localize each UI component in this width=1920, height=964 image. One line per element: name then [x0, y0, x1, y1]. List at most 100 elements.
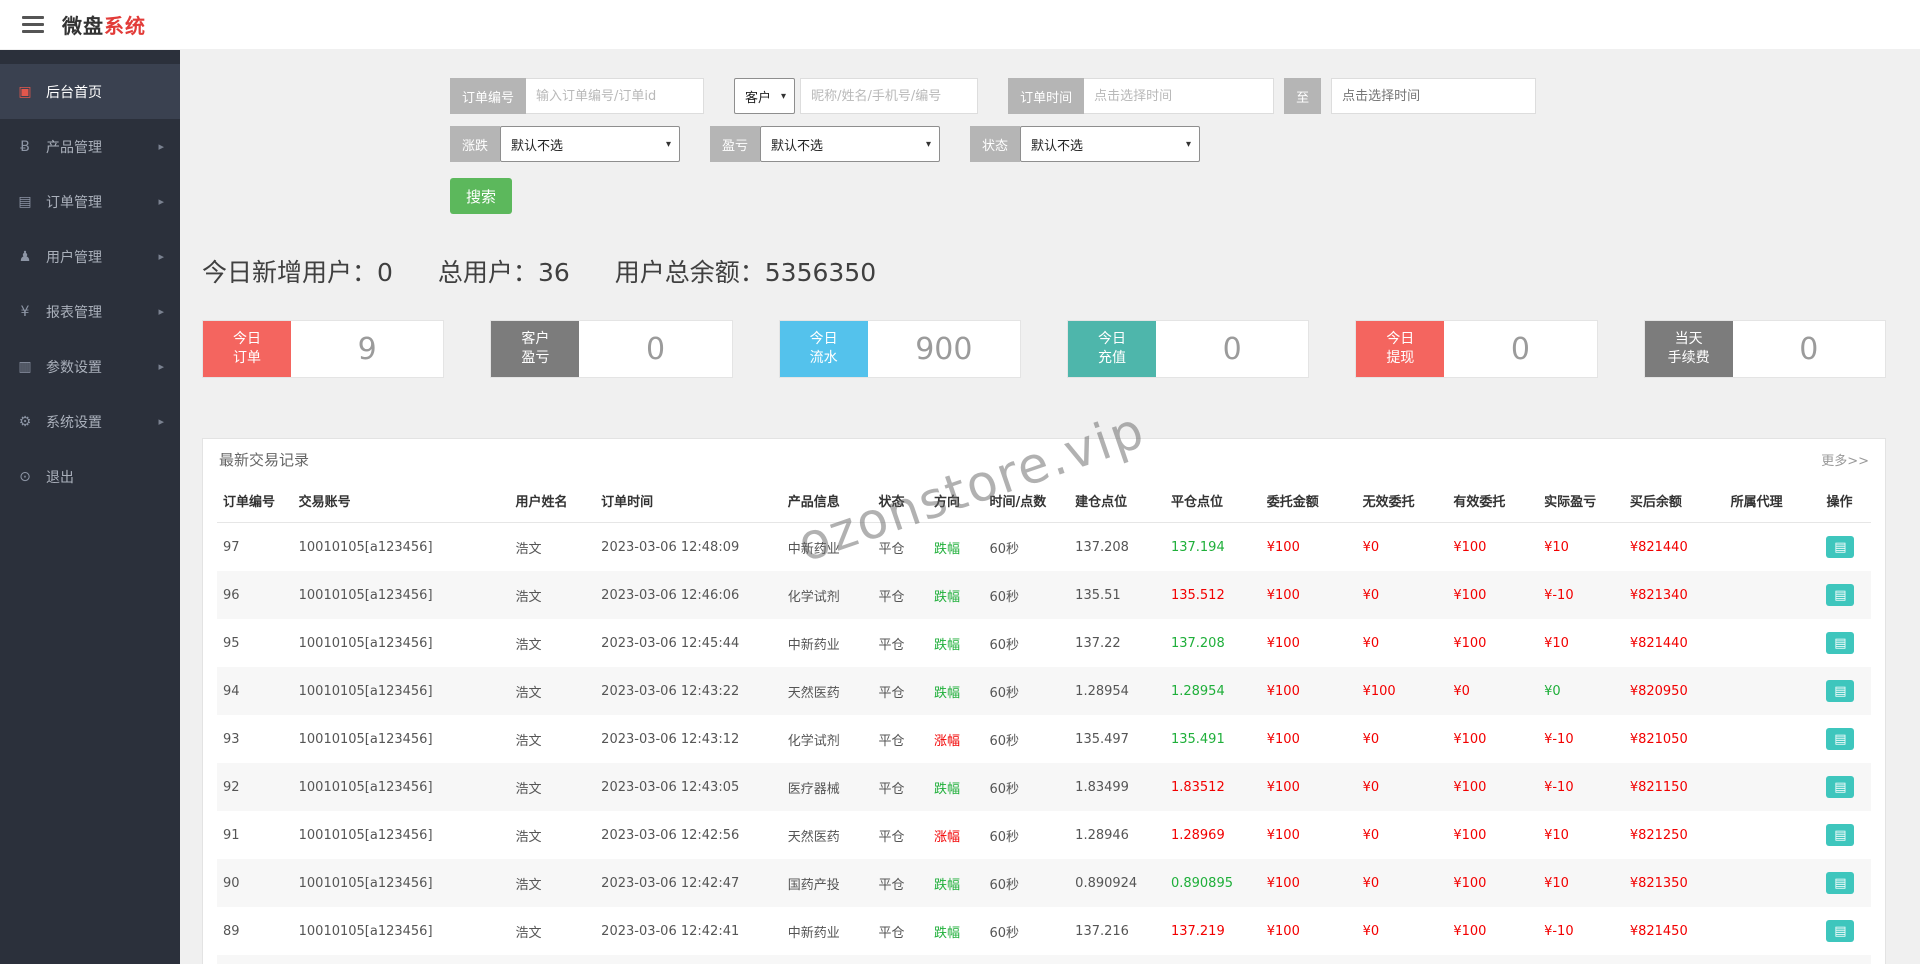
sidebar-item-products[interactable]: Ƀ 产品管理 ▸ — [0, 119, 180, 174]
detail-button[interactable]: ▤ — [1826, 584, 1855, 606]
order-no-input[interactable] — [526, 78, 705, 114]
search-button[interactable]: 搜索 — [450, 178, 513, 214]
open-point: 137.22 — [1075, 635, 1121, 651]
direction: 跌幅 — [933, 541, 960, 557]
actual-pl: ¥-10 — [1544, 731, 1574, 747]
report-icon: ¥ — [20, 303, 30, 320]
invalid-entrust: ¥0 — [1362, 923, 1380, 939]
table-row: 89 10010105[a123456] 浩文 2023-03-06 12:42:41… — [217, 907, 1871, 955]
product: 中新药业 — [787, 637, 840, 653]
status: 平仓 — [878, 829, 905, 845]
product-icon: Ƀ — [20, 138, 30, 155]
more-link[interactable]: 更多>> — [1821, 450, 1869, 469]
status: 平仓 — [878, 925, 905, 941]
col-agent: 所属代理 — [1724, 479, 1821, 523]
duration: 60秒 — [989, 589, 1019, 605]
detail-button[interactable]: ▤ — [1826, 872, 1855, 894]
order-time: 2023-03-06 12:45:44 — [601, 635, 740, 651]
detail-button[interactable]: ▤ — [1826, 728, 1855, 750]
valid-entrust: ¥100 — [1453, 539, 1487, 555]
actions-cell: ▤ — [1820, 667, 1871, 715]
col-order-time: 订单时间 — [595, 479, 782, 523]
table-row: 97 10010105[a123456] 浩文 2023-03-06 12:48:09… — [217, 523, 1871, 572]
detail-button[interactable]: ▤ — [1826, 536, 1855, 558]
order-no-filter: 订单编号 — [450, 78, 705, 114]
updown-select[interactable]: 默认不选 ▾ — [500, 126, 681, 162]
order-time: 2023-03-06 12:48:09 — [601, 539, 740, 555]
user-name: 浩文 — [515, 925, 542, 941]
stat-card-value: 0 — [1510, 331, 1531, 367]
menu-toggle-icon[interactable] — [22, 16, 44, 33]
sidebar-item-users[interactable]: ♟ 用户管理 ▸ — [0, 229, 180, 284]
actual-pl: ¥10 — [1544, 635, 1569, 651]
open-point: 1.28954 — [1075, 683, 1129, 699]
summary-item: 总用户： 36 — [437, 258, 570, 287]
sidebar-item-label: 退出 — [46, 469, 74, 486]
sidebar-item-params[interactable]: ▥ 参数设置 ▸ — [0, 339, 180, 394]
agent — [1725, 859, 1821, 907]
customer-type-select[interactable]: 客户 ▾ — [734, 78, 796, 114]
actions-cell: ▤ — [1820, 955, 1871, 964]
dashboard-icon: ▣ — [18, 83, 32, 100]
col-duration: 时间/点数 — [983, 479, 1070, 523]
detail-button[interactable]: ▤ — [1826, 776, 1855, 798]
chevron-down-icon: ▾ — [665, 138, 672, 150]
customer-search-input[interactable] — [800, 78, 979, 114]
product: 化学试剂 — [787, 589, 840, 605]
close-point: 135.512 — [1170, 587, 1225, 603]
detail-button[interactable]: ▤ — [1826, 632, 1855, 654]
status: 平仓 — [878, 733, 905, 749]
detail-button[interactable]: ▤ — [1826, 920, 1855, 942]
col-actual-pl: 实际盈亏 — [1538, 479, 1624, 523]
duration: 60秒 — [989, 877, 1019, 893]
detail-button[interactable]: ▤ — [1826, 824, 1855, 846]
actions-cell: ▤ — [1820, 907, 1871, 955]
entrust-amount: ¥100 — [1266, 539, 1300, 555]
col-actions: 操作 — [1820, 479, 1871, 523]
detail-button[interactable]: ▤ — [1826, 680, 1855, 702]
order-time: 2023-03-05 21:45:27 — [595, 955, 782, 964]
panel-title: 最新交易记录 — [219, 450, 310, 469]
duration: 60秒 — [983, 955, 1069, 964]
valid-entrust: ¥100 — [1453, 779, 1487, 795]
customer-type-value: 客户 — [745, 90, 772, 106]
brand-accent: 系统 — [104, 14, 146, 38]
user-name: 李军 — [509, 955, 595, 964]
duration: 60秒 — [989, 829, 1019, 845]
order-time: 2023-03-06 12:43:22 — [601, 683, 740, 699]
col-entrust-amount: 委托金额 — [1260, 479, 1357, 523]
close-point: 137.208 — [1170, 635, 1225, 651]
entrust-amount: ¥100 — [1266, 683, 1300, 699]
time-end-input[interactable] — [1331, 78, 1537, 114]
sidebar-item-label: 报表管理 — [46, 304, 102, 321]
sidebar-item-orders[interactable]: ▤ 订单管理 ▸ — [0, 174, 180, 229]
account: 10010105[a123456] — [298, 779, 433, 795]
sidebar-item-reports[interactable]: ¥ 报表管理 ▸ — [0, 284, 180, 339]
product: 中新药业 — [787, 925, 840, 941]
trades-panel: 最新交易记录 更多>> 订单编号 交易账号 用户姓名 订单时间 产品信息 状态 方向 时间/点… — [202, 438, 1886, 964]
brand-primary: 微盘 — [62, 14, 104, 38]
sidebar-item-logout[interactable]: ⊙ 退出 ▸ — [0, 449, 180, 504]
order-time: 2023-03-06 12:43:12 — [601, 731, 740, 747]
balance-after: ¥821340 — [1629, 587, 1688, 603]
order-time: 2023-03-06 12:43:05 — [601, 779, 740, 795]
sidebar-item-dashboard[interactable]: ▣ 后台首页 ▸ — [0, 64, 180, 119]
sidebar-item-label: 用户管理 — [46, 249, 102, 266]
order-no-label: 订单编号 — [450, 78, 527, 114]
status: 平仓 — [878, 781, 905, 797]
sidebar-item-system[interactable]: ⚙ 系统设置 ▸ — [0, 394, 180, 449]
product: 天然医药 — [787, 685, 840, 701]
order-id: 91 — [223, 827, 240, 843]
stat-card-title: 今日 充值 — [1067, 321, 1156, 377]
sidebar-item-label: 订单管理 — [46, 194, 102, 211]
profit-select[interactable]: 默认不选 ▾ — [760, 126, 941, 162]
order-time: 2023-03-06 12:42:41 — [601, 923, 740, 939]
col-invalid-entrust: 无效委托 — [1356, 479, 1448, 523]
entrust-amount: ¥100 — [1266, 875, 1300, 891]
stat-card-title: 客户 盈亏 — [491, 321, 580, 377]
account: 10010105[a123456] — [298, 923, 433, 939]
status-select[interactable]: 默认不选 ▾ — [1020, 126, 1201, 162]
time-start-input[interactable] — [1084, 78, 1275, 114]
system-icon: ⚙ — [18, 413, 32, 430]
status: 平仓 — [878, 589, 905, 605]
